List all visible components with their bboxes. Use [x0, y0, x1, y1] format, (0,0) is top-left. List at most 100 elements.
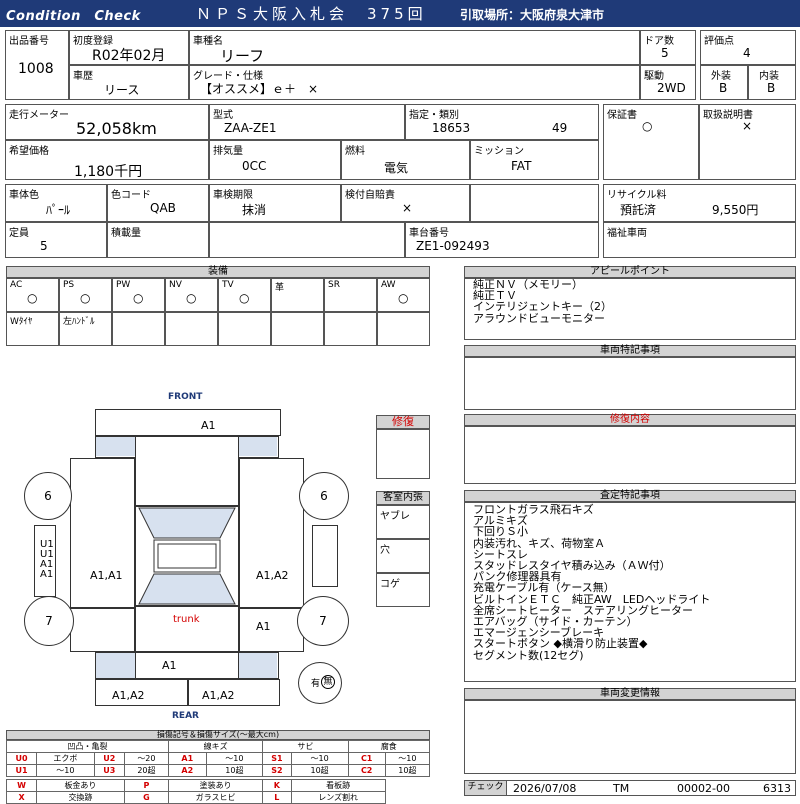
- equip-AW: AW ○: [377, 278, 430, 312]
- mileage: 52,058km: [76, 119, 157, 138]
- bonnet-panel: [135, 436, 239, 506]
- equip-extra: 左ﾊﾝﾄﾞﾙ: [59, 312, 112, 346]
- door-cell: ドア数 5: [640, 30, 696, 65]
- rear-panel: [135, 652, 239, 679]
- price-cell: 希望価格 1,180千円: [5, 140, 209, 180]
- equip-extra: [271, 312, 324, 346]
- legend-table: 凹凸・亀裂 線キズ サビ 腐食 U0 エクボ U2 ～20 A1 ～10 S1 ～10 C1 ～10 U1 ～…: [5, 740, 431, 804]
- equip-AC: AC ○: [6, 278, 59, 312]
- trans-cell: ミッション FAT: [470, 140, 599, 180]
- grade-cell: グレード・仕様 【オススメ】ｅ＋ ×: [189, 65, 640, 100]
- sheet-num: 6313: [763, 782, 791, 795]
- doors: 5: [661, 46, 669, 60]
- change-box: [464, 700, 796, 774]
- lot-cell: 出品番号 1008: [5, 30, 69, 100]
- grade: 【オススメ】ｅ＋ ×: [200, 82, 319, 96]
- legend-desc: 板金あり: [36, 779, 125, 792]
- legend-cat: サビ: [262, 740, 349, 753]
- blank-cell-2: [209, 222, 405, 258]
- legend-code: L: [262, 791, 292, 804]
- legend-desc: レンズ割れ: [290, 791, 386, 804]
- legend-code: K: [262, 779, 292, 792]
- warranty-cell: 保証書 ○: [603, 104, 699, 180]
- rear-right-damage: A1,A2: [202, 689, 235, 702]
- repair-box: [376, 429, 430, 479]
- legend-code: C2: [347, 764, 386, 777]
- sheet-code: 00002-00: [677, 782, 730, 795]
- inspection-expiry: 抹消: [242, 203, 267, 217]
- designation: 18653: [432, 121, 471, 135]
- equip-extra: Wﾀｲﾔ: [6, 312, 59, 346]
- staff: TM: [613, 782, 630, 795]
- legend-desc: 20超: [123, 764, 170, 777]
- appeal-title: アピールポイント: [464, 266, 796, 278]
- drive: 2WD: [657, 81, 686, 95]
- fuel: 電気: [384, 161, 409, 175]
- ana-box: 穴: [376, 539, 430, 573]
- appeal-points: 純正ＮＶ（メモリー） 純正ＴＶ インテリジェントキー（2） アラウンドビューモニ…: [473, 278, 612, 325]
- recycle-cell: リサイクル料 預託済 9,550円: [603, 184, 796, 222]
- equip-extra: [165, 312, 218, 346]
- legend-desc: ～10: [384, 752, 431, 765]
- ext-cell: 外装 B: [700, 65, 748, 100]
- legend-code: C1: [347, 752, 386, 765]
- model-cell: 型式 ZAA-ZE1: [209, 104, 405, 140]
- inspect-cell: 車検期限 抹消: [209, 184, 341, 222]
- assessment-box: フロントガラス飛石キズ アルミキズ 下回りＳ小 内装汚れ、キズ、荷物室Ａ シート…: [464, 502, 796, 682]
- legend-code: U2: [93, 752, 125, 765]
- special-box: [464, 357, 796, 410]
- front-bumper: [95, 409, 281, 436]
- rear-label: REAR: [172, 711, 199, 721]
- sheet-title: Condition Check: [6, 9, 141, 24]
- lot-number: 1008: [18, 61, 54, 77]
- legend-desc: 看板跡: [290, 779, 386, 792]
- cabin-glass: [138, 507, 236, 605]
- car-name: リーフ: [220, 47, 265, 65]
- legend-code: A2: [168, 764, 207, 777]
- roof-panel: U1 U1 A1 A1: [34, 525, 56, 597]
- recycle-fee: 9,550円: [712, 203, 759, 217]
- legend-code: U1: [5, 764, 38, 777]
- legend-desc: エクボ: [36, 752, 95, 765]
- insurance-cell: 検付自賠責 ×: [341, 184, 470, 222]
- legend-desc: ～10: [36, 764, 95, 777]
- color-cell: 車体色 ﾊﾟｰﾙ: [5, 184, 107, 222]
- equip-革: 革: [271, 278, 324, 312]
- koge-box: コゲ: [376, 573, 430, 607]
- legend-desc: ～10: [205, 752, 264, 765]
- body-color: ﾊﾟｰﾙ: [46, 203, 71, 217]
- color-code: QAB: [150, 201, 176, 215]
- equipment-grid: AC ○ PS ○ PW ○ NV ○ TV ○ 革 SR AW ○ Wﾀｲﾔ 左ﾊﾝﾄﾞﾙ: [6, 278, 430, 346]
- footer-bar: チェック 2026/07/08 TM 00002-00 6313: [464, 780, 796, 796]
- category: 49: [552, 121, 568, 135]
- rear-panel-damage: A1: [162, 659, 177, 672]
- legend-code: X: [5, 791, 38, 804]
- legend-code: W: [5, 779, 38, 792]
- equip-extra: [324, 312, 377, 346]
- manual: ×: [742, 119, 753, 133]
- chassis-number: ZE1-092493: [416, 239, 490, 253]
- car-history: リース: [104, 83, 140, 97]
- change-title: 車両変更情報: [464, 688, 796, 700]
- legend-desc: ～10: [290, 752, 349, 765]
- legend-cat: 線キズ: [168, 740, 264, 753]
- legend-code: P: [123, 779, 170, 792]
- legend-cat: 凹凸・亀裂: [5, 740, 170, 753]
- legend-code: S1: [262, 752, 292, 765]
- legend-desc: 10超: [205, 764, 264, 777]
- right-side-panel: [312, 525, 338, 587]
- equip-NV: NV ○: [165, 278, 218, 312]
- history-cell: 車歴 リース: [69, 65, 189, 100]
- name-cell: 車種名 リーフ: [189, 30, 640, 65]
- rear-quarter-damage: A1: [256, 620, 271, 633]
- right-rear-quarter: [239, 608, 304, 652]
- check-date: 2026/07/08: [513, 782, 577, 795]
- price: 1,180千円: [74, 164, 143, 180]
- repair-label: 修復: [376, 415, 430, 429]
- legend-title: 損傷記号＆損傷サイズ(～最大cm): [6, 730, 430, 740]
- equip-extra: [112, 312, 165, 346]
- legend-code: G: [123, 791, 170, 804]
- legend-desc: 塗装あり: [168, 779, 264, 792]
- transmission: FAT: [511, 159, 532, 173]
- appeal-box: 純正ＮＶ（メモリー） 純正ＴＶ インテリジェントキー（2） アラウンドビューモニ…: [464, 278, 796, 340]
